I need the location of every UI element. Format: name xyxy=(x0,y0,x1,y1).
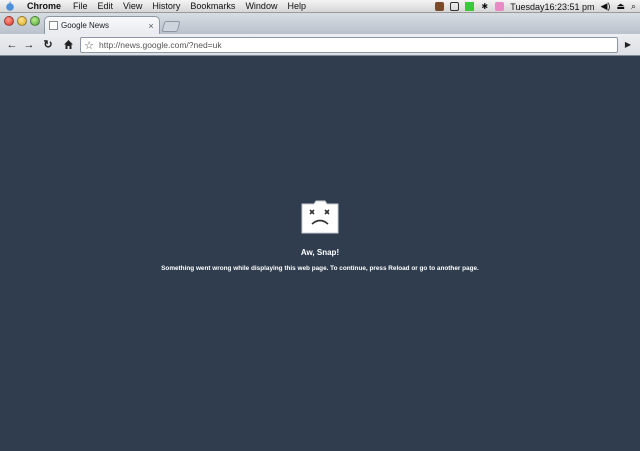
bookmark-star-icon[interactable]: ☆ xyxy=(81,39,97,52)
tray-script-icon[interactable] xyxy=(450,2,460,11)
error-message: Something went wrong while displaying th… xyxy=(161,265,479,272)
browser-toolbar: ← → ↻ ☆ http://news.google.com/?ned=uk ▶ xyxy=(0,34,640,56)
tray-app-icon[interactable] xyxy=(435,2,445,11)
menu-app-name[interactable]: Chrome xyxy=(27,0,61,12)
menu-help[interactable]: Help xyxy=(287,0,306,12)
tray-calendar-icon[interactable] xyxy=(495,2,505,11)
page-favicon-icon xyxy=(49,21,58,30)
mac-menu-bar: Chrome File Edit View History Bookmarks … xyxy=(0,0,640,13)
spotlight-search-icon[interactable]: ⌕ xyxy=(631,1,636,12)
error-title: Aw, Snap! xyxy=(300,248,340,257)
new-tab-button[interactable] xyxy=(161,21,181,32)
menu-bookmarks[interactable]: Bookmarks xyxy=(190,0,235,12)
volume-icon[interactable]: ◀) xyxy=(601,1,611,12)
eject-icon[interactable]: ⏏ xyxy=(616,1,625,12)
tab-title: Google News xyxy=(61,21,110,30)
tab-google-news[interactable]: Google News × xyxy=(44,16,160,34)
address-url[interactable]: http://news.google.com/?ned=uk xyxy=(97,40,222,50)
close-window-button[interactable] xyxy=(4,16,14,26)
clock[interactable]: Tuesday16:23:51 pm xyxy=(510,2,594,12)
back-arrow-icon[interactable]: ← xyxy=(4,37,20,53)
menu-history[interactable]: History xyxy=(152,0,180,12)
tray-bluetooth-icon[interactable]: ✱ xyxy=(480,2,489,11)
minimize-window-button[interactable] xyxy=(17,16,27,26)
home-icon[interactable] xyxy=(60,37,76,53)
menu-window[interactable]: Window xyxy=(245,0,277,12)
tab-close-icon[interactable]: × xyxy=(146,21,156,31)
sad-folder-icon xyxy=(301,200,339,234)
go-play-icon[interactable]: ▶ xyxy=(621,38,635,52)
apple-icon[interactable] xyxy=(5,1,15,11)
status-tray: ✱ Tuesday16:23:51 pm ◀) ⏏ ⌕ xyxy=(435,0,636,13)
menu-edit[interactable]: Edit xyxy=(98,0,114,12)
page-content: Aw, Snap! Something went wrong while dis… xyxy=(0,57,640,451)
address-bar[interactable]: ☆ http://news.google.com/?ned=uk xyxy=(80,37,618,53)
window-titlebar: Google News × xyxy=(0,13,640,34)
forward-arrow-icon[interactable]: → xyxy=(21,37,37,53)
menu-view[interactable]: View xyxy=(123,0,142,12)
tray-monitor-icon[interactable] xyxy=(465,2,475,11)
zoom-window-button[interactable] xyxy=(30,16,40,26)
reload-icon[interactable]: ↻ xyxy=(40,37,56,53)
menu-file[interactable]: File xyxy=(73,0,88,12)
